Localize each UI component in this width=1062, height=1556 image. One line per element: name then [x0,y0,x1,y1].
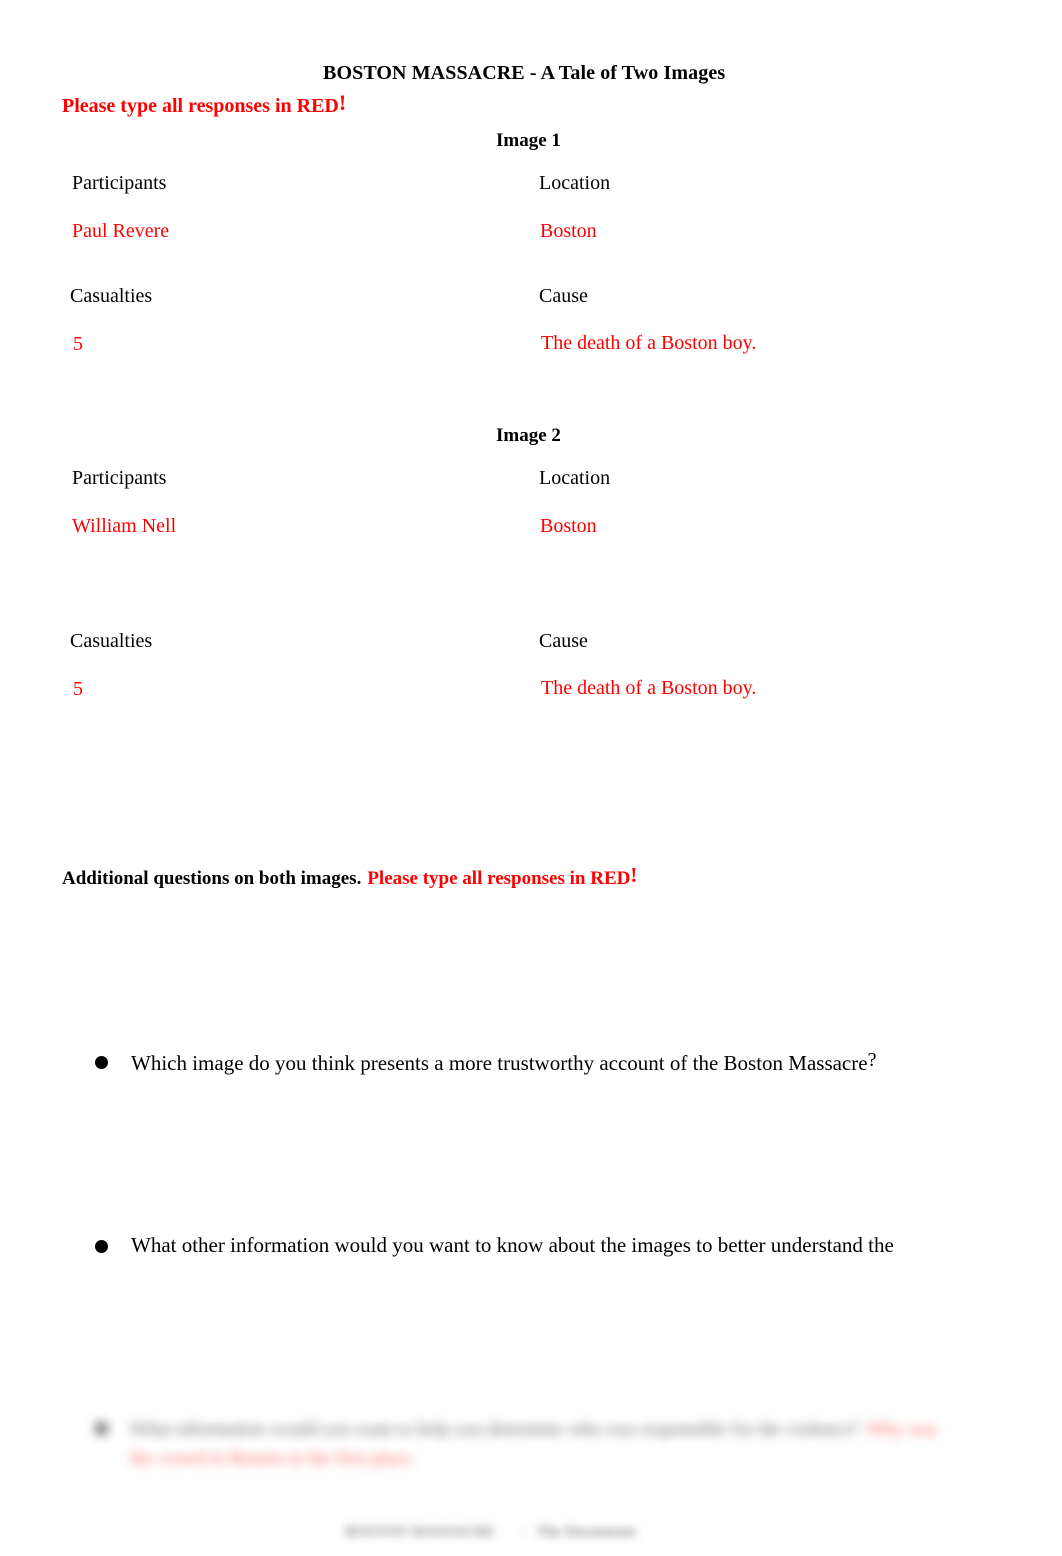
value-location-image-1[interactable]: Boston [540,220,597,243]
value-location-image-2[interactable]: Boston [540,515,597,538]
label-location-image-1: Location [539,172,611,194]
value-cause-image-2[interactable]: The death of a Boston boy. [541,677,756,700]
label-casualties-image-1: Casualties [70,285,153,307]
label-participants-image-2: Participants [72,467,167,489]
question-item-2: What other information would you want to… [95,1232,894,1258]
additional-questions-lead: Additional questions on both images. Plea… [62,863,637,890]
bullet-dot-icon [95,1240,108,1253]
label-cause-image-2: Cause [539,630,588,652]
question-text-1: Which image do you think presents a more… [131,1048,876,1076]
section-heading-image-2: Image 2 [496,425,561,446]
value-casualties-image-1[interactable]: 5 [73,333,83,356]
question-text-3-body: What information would you want to help … [130,1419,860,1440]
question-text-2: What other information would you want to… [131,1233,894,1257]
footer-dash: - [521,1524,527,1540]
value-participants-image-2[interactable]: William Nell [72,515,176,538]
label-casualties-image-2: Casualties [70,630,153,652]
question-text-3: What information would you want to help … [130,1415,960,1474]
instruction-text: Please type all responses in RED [62,95,339,117]
label-cause-image-1: Cause [539,285,588,307]
section-heading-image-1: Image 1 [496,130,561,151]
footer-right: The Documents [536,1524,637,1540]
instruction-exclamation: ! [338,90,347,115]
instruction-type-in-red: Please type all responses in RED! [62,90,346,118]
value-participants-image-1[interactable]: Paul Revere [72,220,169,243]
document-page: BOSTON MASSACRE - A Tale of Two Images P… [0,0,1062,1556]
additional-questions-lead-black: Additional questions on both images. [62,868,362,889]
footer-left: BOSTON MASSACRE [345,1524,496,1540]
label-participants-image-1: Participants [72,172,167,194]
bullet-dot-icon [95,1056,108,1069]
page-title: BOSTON MASSACRE - A Tale of Two Images [323,62,726,84]
value-cause-image-1[interactable]: The death of a Boston boy. [541,332,756,355]
bullet-dot-icon [95,1422,108,1435]
question-text-1-qmark: ? [867,1049,877,1071]
question-text-1-body: Which image do you think presents a more… [131,1051,868,1075]
additional-questions-lead-exclamation: ! [630,863,638,887]
page-footer: BOSTON MASSACRE - The Documents [345,1524,637,1541]
question-item-1: Which image do you think presents a more… [95,1048,876,1076]
question-item-3-blurred: What information would you want to help … [95,1415,960,1474]
additional-questions-lead-red: Please type all responses in RED [367,868,631,889]
value-casualties-image-2[interactable]: 5 [73,678,83,701]
label-location-image-2: Location [539,467,611,489]
